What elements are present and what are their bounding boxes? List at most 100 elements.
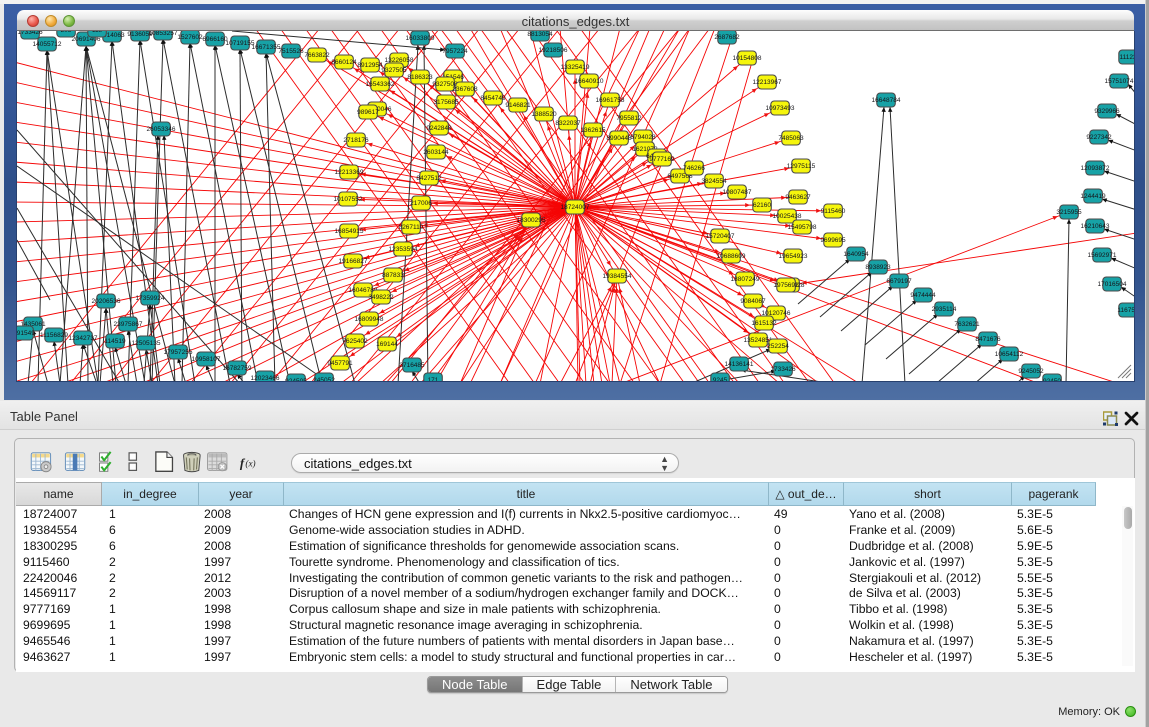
svg-text:1975692: 1975692 bbox=[773, 282, 799, 289]
svg-text:9245052: 9245052 bbox=[1018, 368, 1044, 375]
svg-text:1640954: 1640954 bbox=[843, 251, 869, 258]
svg-text:19654923: 19654923 bbox=[779, 253, 808, 260]
svg-text:9242848: 9242848 bbox=[426, 125, 452, 132]
svg-text:16809948: 16809948 bbox=[355, 316, 384, 323]
svg-text:7957224: 7957224 bbox=[442, 48, 468, 55]
svg-text:16854915: 16854915 bbox=[335, 228, 364, 235]
svg-text:9115460: 9115460 bbox=[821, 208, 846, 215]
svg-text:8990448: 8990448 bbox=[606, 135, 632, 142]
svg-text:12213967: 12213967 bbox=[753, 79, 782, 86]
svg-text:8471676: 8471676 bbox=[975, 336, 1001, 343]
svg-text:924505: 924505 bbox=[285, 378, 307, 381]
svg-text:7632621: 7632621 bbox=[954, 321, 980, 328]
svg-text:18300295: 18300295 bbox=[517, 217, 546, 224]
svg-text:10958107: 10958107 bbox=[192, 356, 221, 363]
svg-text:7955812: 7955812 bbox=[616, 115, 642, 122]
svg-text:18724007: 18724007 bbox=[561, 204, 590, 211]
svg-text:23975867: 23975867 bbox=[114, 321, 143, 328]
svg-text:2718176: 2718176 bbox=[343, 137, 369, 144]
svg-text:8427512: 8427512 bbox=[416, 175, 442, 182]
svg-text:9084067: 9084067 bbox=[740, 298, 766, 305]
svg-text:9463627: 9463627 bbox=[785, 194, 811, 201]
svg-text:3498222: 3498222 bbox=[368, 294, 394, 301]
svg-text:7625402: 7625402 bbox=[342, 338, 368, 345]
svg-text:9699695: 9699695 bbox=[820, 237, 846, 244]
svg-text:19166827: 19166827 bbox=[339, 258, 368, 265]
svg-text:7663822: 7663822 bbox=[304, 52, 330, 59]
svg-text:116753: 116753 bbox=[1117, 307, 1134, 314]
svg-text:7515526: 7515526 bbox=[278, 48, 304, 55]
svg-text:746266: 746266 bbox=[683, 165, 705, 172]
svg-text:15692971: 15692971 bbox=[1088, 252, 1117, 259]
svg-text:19218506: 19218506 bbox=[539, 47, 568, 54]
svg-text:11156829: 11156829 bbox=[40, 332, 68, 339]
svg-text:8267110: 8267110 bbox=[399, 224, 424, 231]
svg-text:9474444: 9474444 bbox=[910, 292, 936, 299]
svg-text:8813054: 8813054 bbox=[527, 31, 553, 38]
svg-text:12023466: 12023466 bbox=[251, 375, 280, 381]
svg-text:8454749: 8454749 bbox=[480, 95, 506, 102]
svg-text:10807487: 10807487 bbox=[723, 189, 752, 196]
svg-text:1527602: 1527602 bbox=[177, 34, 203, 41]
svg-text:13325419: 13325419 bbox=[561, 64, 590, 71]
svg-text:10654112: 10654112 bbox=[995, 351, 1024, 358]
svg-text:2367608: 2367608 bbox=[452, 86, 478, 93]
svg-text:17359924: 17359924 bbox=[136, 295, 165, 302]
svg-text:15720407: 15720407 bbox=[706, 233, 735, 240]
svg-text:16033809: 16033809 bbox=[406, 35, 435, 42]
svg-text:9457791: 9457791 bbox=[327, 360, 353, 367]
svg-text:391549: 391549 bbox=[17, 330, 35, 337]
svg-text:9245: 9245 bbox=[713, 377, 728, 381]
svg-text:171: 171 bbox=[428, 377, 439, 381]
svg-text:20206536: 20206536 bbox=[92, 298, 121, 305]
svg-text:9777169: 9777169 bbox=[649, 156, 675, 163]
svg-text:(x): (x) bbox=[245, 459, 255, 469]
svg-text:16543362: 16543362 bbox=[366, 81, 395, 88]
svg-text:12975115: 12975115 bbox=[787, 163, 816, 170]
svg-text:16648784: 16648784 bbox=[872, 97, 901, 104]
svg-text:2687682: 2687682 bbox=[714, 34, 740, 41]
svg-text:205: 205 bbox=[61, 31, 72, 34]
svg-text:2603144: 2603144 bbox=[423, 149, 449, 156]
svg-text:6966160: 6966160 bbox=[202, 36, 228, 43]
svg-text:10853257: 10853257 bbox=[149, 31, 178, 37]
svg-text:9146821: 9146821 bbox=[505, 102, 531, 109]
svg-text:16640910: 16640910 bbox=[575, 78, 604, 85]
svg-text:3824554: 3824554 bbox=[701, 178, 727, 185]
svg-text:1615132: 1615132 bbox=[751, 320, 777, 327]
svg-text:17957255: 17957255 bbox=[164, 349, 193, 356]
svg-text:10025438: 10025438 bbox=[773, 213, 802, 220]
svg-text:16782759: 16782759 bbox=[223, 365, 252, 372]
svg-text:8912954: 8912954 bbox=[357, 62, 383, 69]
svg-text:18807249: 18807249 bbox=[731, 276, 760, 283]
svg-text:10973493: 10973493 bbox=[766, 105, 795, 112]
svg-text:16210643: 16210643 bbox=[1081, 223, 1110, 230]
svg-text:10154808: 10154808 bbox=[733, 55, 762, 62]
svg-text:15751074: 15751074 bbox=[1105, 78, 1134, 85]
svg-text:17016504: 17016504 bbox=[1098, 281, 1127, 288]
svg-text:26053346: 26053346 bbox=[147, 126, 176, 133]
svg-text:3215955: 3215955 bbox=[1056, 209, 1082, 216]
svg-text:118: 118 bbox=[92, 31, 103, 34]
svg-text:8186323: 8186323 bbox=[407, 74, 433, 81]
svg-text:217006: 217006 bbox=[410, 200, 432, 207]
svg-text:9329966: 9329966 bbox=[1094, 108, 1120, 115]
svg-text:252254: 252254 bbox=[767, 343, 789, 350]
svg-text:245052: 245052 bbox=[313, 377, 335, 381]
svg-text:16961758: 16961758 bbox=[596, 97, 625, 104]
svg-text:1244419: 1244419 bbox=[1080, 193, 1106, 200]
svg-text:8660124: 8660124 bbox=[331, 59, 357, 66]
svg-text:19384554: 19384554 bbox=[603, 273, 632, 280]
svg-text:12213369: 12213369 bbox=[335, 169, 364, 176]
svg-text:12342737: 12342737 bbox=[69, 335, 98, 342]
svg-text:8322037: 8322037 bbox=[555, 120, 581, 127]
svg-text:12093872: 12093872 bbox=[1081, 165, 1110, 172]
svg-text:6794028: 6794028 bbox=[630, 134, 656, 141]
svg-text:10688609: 10688609 bbox=[717, 253, 746, 260]
svg-text:1733426: 1733426 bbox=[770, 366, 796, 373]
svg-text:11123: 11123 bbox=[1119, 54, 1134, 61]
svg-text:9327505: 9327505 bbox=[381, 67, 407, 74]
svg-text:62160: 62160 bbox=[753, 202, 771, 209]
svg-text:6679197: 6679197 bbox=[886, 278, 912, 285]
svg-text:1733426: 1733426 bbox=[17, 31, 43, 36]
